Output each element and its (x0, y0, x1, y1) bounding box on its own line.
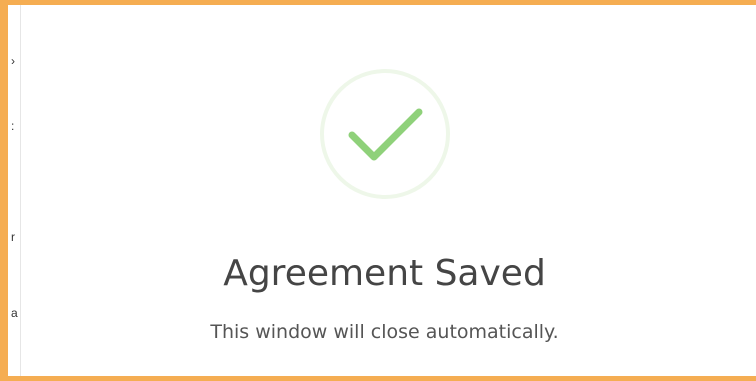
checkmark-icon (319, 69, 450, 199)
success-checkmark-icon (319, 68, 451, 200)
background-text-fragment: a (11, 306, 18, 320)
background-text-fragment: r (11, 230, 15, 244)
success-dialog: Agreement Saved This window will close a… (20, 5, 756, 376)
background-page-edge: › : r a (8, 5, 20, 376)
background-text-fragment: : (11, 119, 15, 133)
modal-frame: › : r a Agreement Saved This window will… (0, 0, 756, 381)
dialog-message: This window will close automatically. (210, 321, 559, 343)
dialog-title: Agreement Saved (223, 253, 546, 294)
background-text-fragment: › (11, 54, 15, 68)
